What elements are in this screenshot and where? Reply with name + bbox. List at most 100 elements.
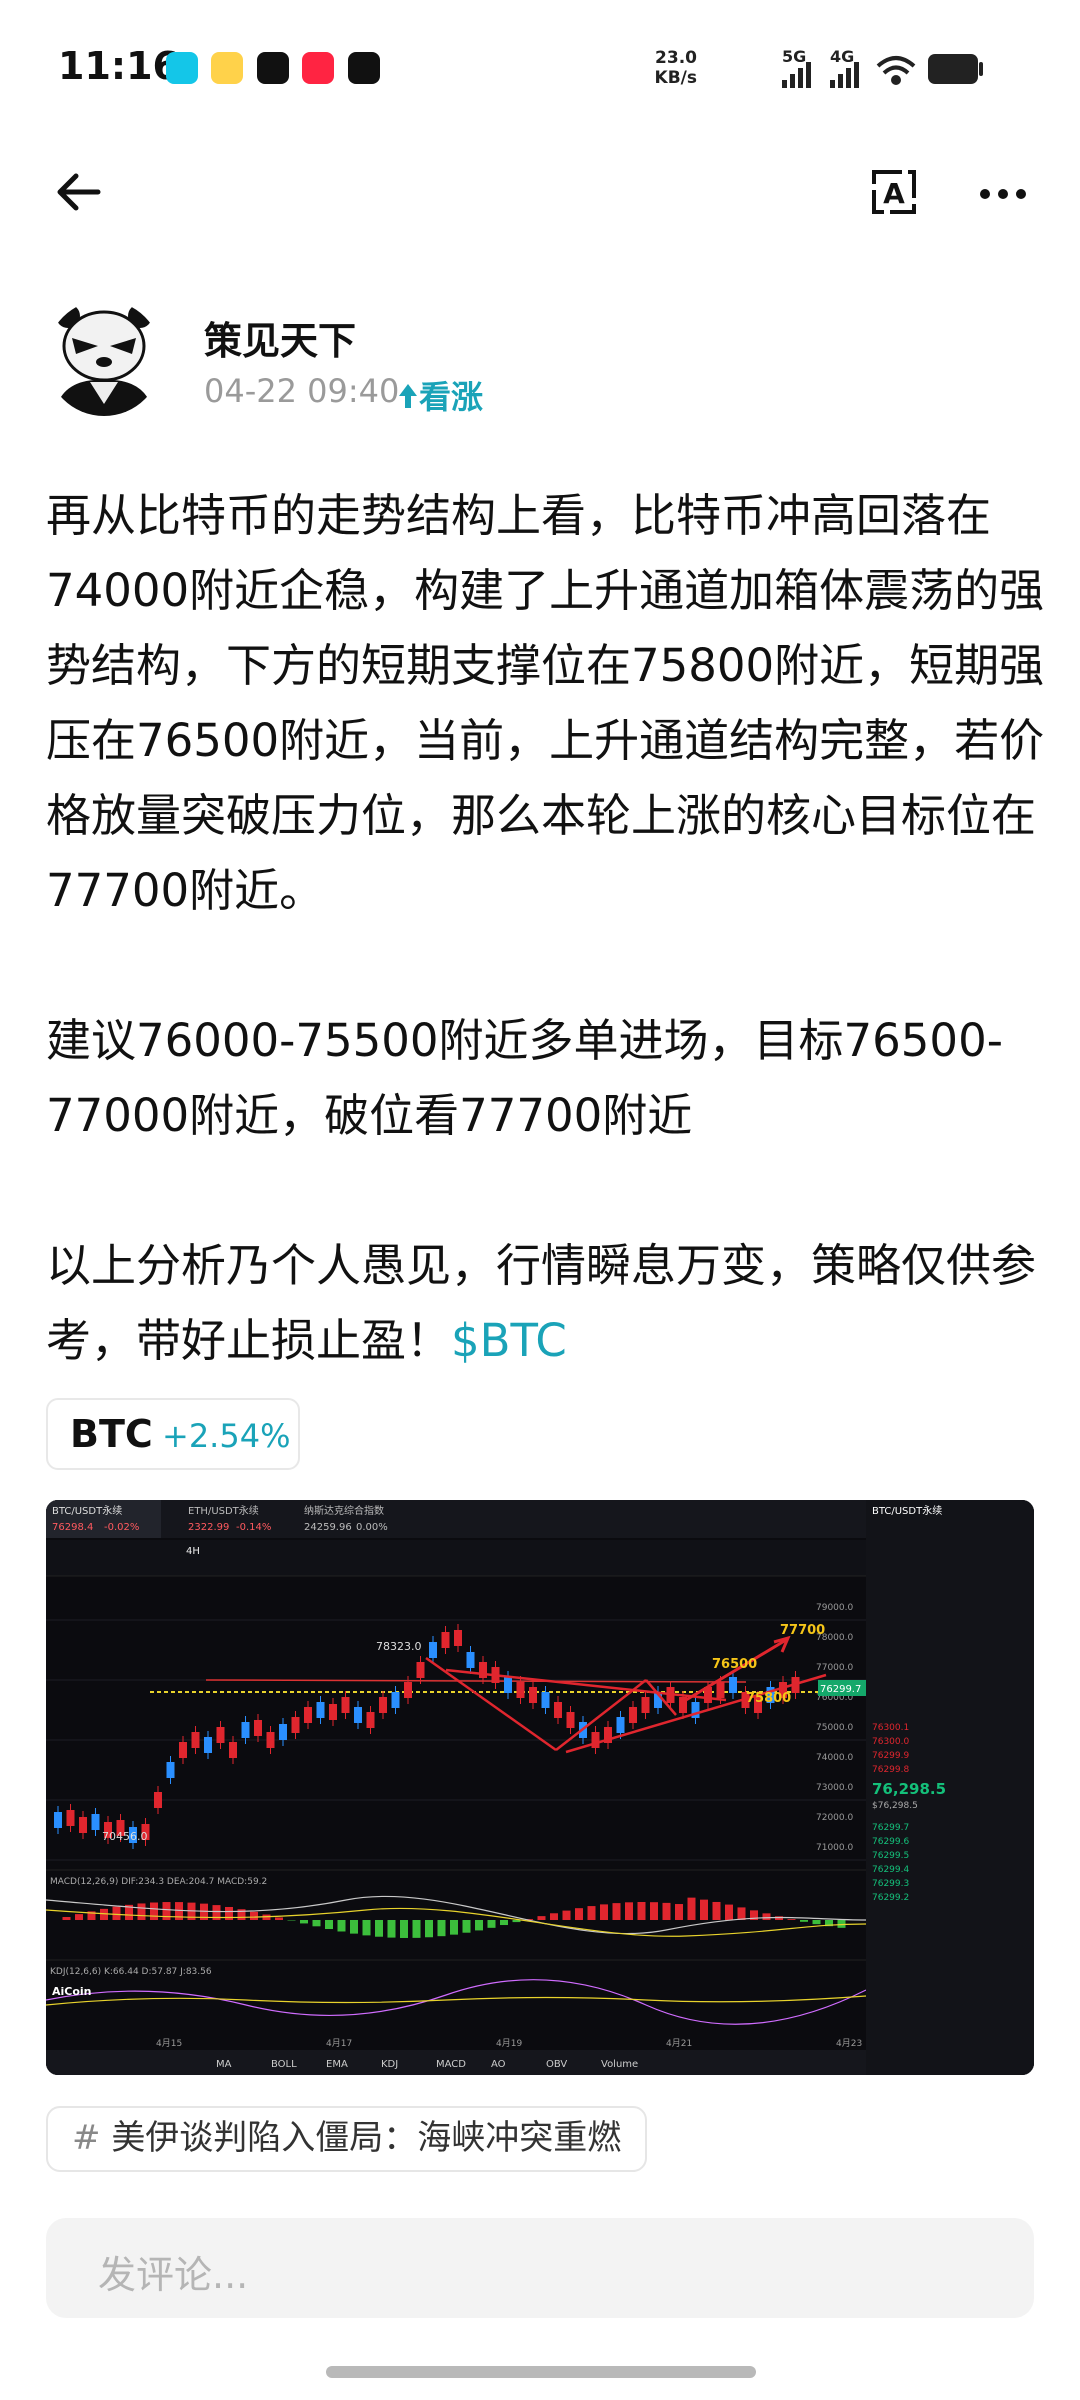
post-body: 再从比特币的走势结构上看，比特币冲高回落在74000附近企稳，构建了上升通道加箱…: [46, 478, 1046, 1378]
indicator-tab: Volume: [601, 2059, 638, 2070]
macd-bar: [475, 1920, 483, 1931]
macd-bar: [312, 1920, 321, 1927]
macd-bar: [550, 1913, 558, 1920]
more-icon[interactable]: [980, 184, 1034, 203]
chart-image[interactable]: BTC/USDT永续 76298.4 -0.02% ETH/USDT永续 232…: [46, 1500, 1034, 2075]
macd-bar: [112, 1906, 121, 1920]
macd-bar: [387, 1920, 396, 1938]
macd-bar: [487, 1920, 496, 1928]
macd-bar: [412, 1920, 421, 1938]
translate-icon[interactable]: A: [868, 166, 920, 218]
coin-chip[interactable]: BTC +2.54%: [46, 1398, 300, 1470]
bid-price: 76299.7: [872, 1823, 909, 1833]
macd-bar: [500, 1920, 508, 1926]
macd-bar: [150, 1902, 158, 1920]
candle-body: [466, 1652, 475, 1668]
candle-body: [316, 1702, 325, 1718]
arrow-up-icon: [399, 384, 417, 408]
macd-bar: [737, 1907, 746, 1920]
ask-price: 76299.8: [872, 1765, 909, 1775]
macd-bar: [300, 1920, 308, 1924]
candle-body: [154, 1792, 162, 1808]
macd-bar: [450, 1920, 458, 1935]
x-tick: 4月23: [836, 2038, 862, 2049]
lanxin-icon: [166, 52, 198, 84]
back-arrow-icon[interactable]: [52, 166, 104, 218]
candle-body: [541, 1692, 550, 1708]
candle-body: [241, 1722, 250, 1738]
macd-bar: [537, 1916, 546, 1920]
signal-4g-label: 4G: [830, 47, 854, 66]
topic-tag[interactable]: # 美伊谈判陷入僵局：海峡冲突重燃: [46, 2106, 648, 2172]
author-name[interactable]: 策见天下: [204, 310, 356, 365]
comment-input[interactable]: 发评论...: [46, 2218, 1034, 2318]
macd-bar: [612, 1903, 621, 1920]
bid-price: 76299.2: [872, 1893, 909, 1903]
macd-bar: [437, 1920, 446, 1937]
status-time: 11:16: [58, 44, 179, 88]
candle-body: [229, 1742, 237, 1758]
capcut-icon: [257, 52, 289, 84]
status-icons: 5G 4G: [782, 47, 983, 88]
ask-price: 76299.9: [872, 1751, 909, 1761]
macd-bar: [712, 1901, 721, 1920]
macd-label: MACD(12,26,9) DIF:234.3 DEA:204.7 MACD:5…: [50, 1877, 267, 1887]
tab2-price: 2322.99: [188, 1522, 229, 1533]
candle-body: [629, 1707, 637, 1723]
bid-price: 76299.3: [872, 1879, 909, 1889]
comment-placeholder: 发评论...: [98, 2253, 249, 2297]
candle-body: [716, 1682, 725, 1698]
x-tick: 4月19: [496, 2038, 522, 2049]
macd-bar: [137, 1903, 146, 1920]
candle-body: [416, 1662, 425, 1678]
macd-bar: [687, 1897, 696, 1920]
chart-screenshot: BTC/USDT永续 76298.4 -0.02% ETH/USDT永续 232…: [46, 1500, 1034, 2075]
net-speed-value: 23.0: [655, 48, 697, 68]
sentiment-badge: 看涨: [397, 372, 483, 418]
sentiment-label: 看涨: [419, 378, 484, 416]
macd-bar: [587, 1906, 596, 1920]
tab2-title: ETH/USDT永续: [188, 1504, 259, 1517]
macd-bar: [650, 1902, 658, 1920]
home-indicator[interactable]: [326, 2366, 756, 2378]
label-75800: 75800: [746, 1691, 791, 1706]
macd-bar: [662, 1902, 671, 1920]
ask-price: 76300.0: [872, 1737, 909, 1747]
y-tick: 77000.0: [816, 1663, 853, 1673]
brand-logo: AiCoin: [52, 1985, 92, 1998]
candle-body: [566, 1712, 575, 1728]
side-big-price: 76,298.5: [872, 1780, 946, 1798]
macd-bar: [600, 1904, 608, 1920]
candle-body: [191, 1732, 200, 1748]
hashtag-icon: #: [72, 2118, 101, 2158]
macd-bar: [425, 1920, 433, 1938]
y-tick: 79000.0: [816, 1603, 853, 1613]
candle-body: [254, 1720, 262, 1736]
macd-bar: [762, 1913, 771, 1920]
candle-body: [91, 1814, 100, 1830]
candle-body: [729, 1677, 737, 1693]
cashtag-link[interactable]: $BTC: [451, 1314, 567, 1367]
candle-body: [516, 1682, 525, 1698]
indicator-tab: EMA: [326, 2059, 348, 2070]
candle-body: [554, 1702, 562, 1718]
candle-body: [329, 1704, 337, 1720]
x-tick: 4月15: [156, 2038, 182, 2049]
macd-bar: [362, 1920, 371, 1936]
candle-body: [454, 1630, 462, 1646]
macd-bar: [250, 1911, 258, 1920]
side-title: BTC/USDT永续: [872, 1504, 942, 1517]
macd-bar: [62, 1917, 71, 1920]
candle-body: [304, 1707, 312, 1723]
tab3-change: 0.00%: [356, 1522, 388, 1533]
label-76500: 76500: [712, 1657, 757, 1672]
coin-symbol: BTC: [70, 1412, 153, 1456]
label-77700: 77700: [780, 1623, 825, 1638]
current-price: 76299.7: [820, 1684, 861, 1695]
indicator-tab: MA: [216, 2059, 232, 2070]
candle-body: [441, 1632, 450, 1648]
candle-body: [54, 1812, 62, 1828]
macd-bar: [562, 1910, 571, 1920]
label-low: 70456.0: [102, 1830, 148, 1843]
avatar[interactable]: [46, 300, 162, 416]
